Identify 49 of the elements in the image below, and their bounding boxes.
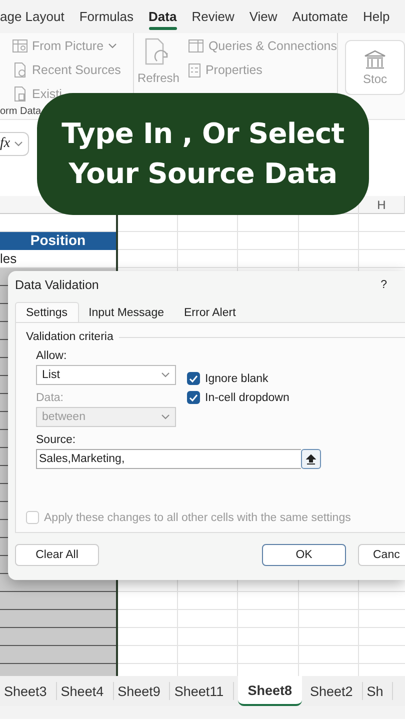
chevron-icon [108,43,117,49]
source-field[interactable]: Sales,Marketing, [36,449,301,469]
chevron-icon [161,372,170,378]
dialog-button[interactable]: Clear All [15,544,99,566]
allow-select[interactable]: List [36,365,176,385]
section-label: Validation criteria [26,331,114,343]
dialog-tab[interactable]: Error Alert [174,302,246,322]
list-icon [188,62,202,78]
chevron-icon [14,141,24,147]
up-arrow-icon [306,454,316,464]
dialog-tab[interactable]: Settings [15,302,79,322]
sheet-tab[interactable]: Sh [362,682,394,700]
checkbox-label: In-cell dropdown [205,392,290,404]
document-clock-icon [12,62,28,78]
ribbon-tab[interactable]: Data [148,5,177,28]
ribbon-tab[interactable]: Automate [292,5,348,28]
range-select-button[interactable] [301,449,321,469]
sheet-tab[interactable]: Sheet4 [56,682,114,700]
ribbon-tab[interactable]: Formulas [79,5,134,28]
checkbox[interactable] [187,391,200,404]
field-label: Data: [36,391,64,405]
bank-icon [364,50,386,70]
field-label: Source: [35,433,77,447]
table-icon [188,39,204,53]
ribbon-tab[interactable]: View [249,5,278,28]
dialog-button[interactable]: Canc [358,544,405,566]
function-button[interactable]: fx [0,132,30,156]
field-label: Allow: [36,349,68,363]
chevron-icon [161,414,170,420]
ribbon-tab[interactable]: age Layout [0,5,64,28]
dialog-tab[interactable]: Input Message [78,302,174,322]
dialog-button[interactable]: OK [262,544,346,566]
column-heading-cell: Position [0,232,116,250]
sheet-tab[interactable]: Sheet3 [0,682,57,700]
checkbox[interactable] [187,372,200,385]
column-header[interactable]: H [377,198,386,212]
ribbon-tab[interactable]: Help [362,5,390,28]
ribbon-tab[interactable]: Review [192,5,234,28]
sheet-tab[interactable]: Sheet11 [170,682,234,700]
sheet-tab[interactable]: Sheet2 [306,682,363,700]
group-label: orm Data [0,106,42,117]
sheet-tab[interactable]: Sheet8 [238,676,302,706]
document-icon [12,86,28,102]
help-button[interactable]: ? [380,279,387,291]
dialog-title: Data Validation [15,278,99,292]
checkbox-label: Ignore blank [205,372,268,384]
grid-picture-icon [12,38,28,54]
sheet-tab[interactable]: Sheet9 [114,682,170,700]
checkbox-label: Apply these changes to all other cells with the same settings [44,512,351,524]
